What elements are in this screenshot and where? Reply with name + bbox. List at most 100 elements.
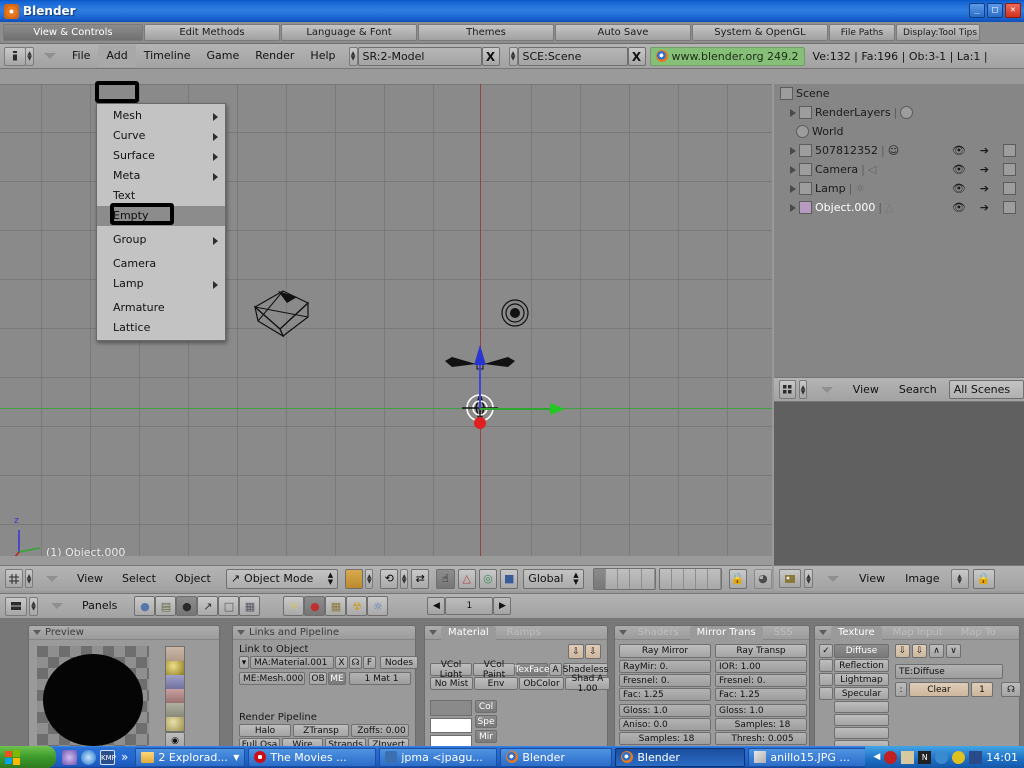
mir-channel-button[interactable]: Mir: [475, 730, 497, 743]
material-browse-spinner[interactable]: ▾: [239, 656, 249, 669]
no-mist-button[interactable]: No Mist: [430, 677, 473, 690]
outliner-panel[interactable]: Scene RenderLayers | World 507812352 | ☺: [774, 84, 1024, 377]
zoffs-slider[interactable]: Zoffs: 0.00: [351, 724, 409, 737]
panel-tab-mirror-trans[interactable]: Mirror Trans: [689, 625, 763, 640]
page-number[interactable]: 1: [445, 597, 494, 615]
panel-collapse-icon[interactable]: [619, 630, 627, 635]
env-button[interactable]: Env: [474, 677, 518, 690]
shading-context-icon[interactable]: ●: [176, 596, 198, 616]
menu-game[interactable]: Game: [199, 45, 248, 67]
panel-collapse-icon[interactable]: [33, 630, 41, 635]
texture-slot-checkbox[interactable]: [819, 659, 833, 672]
panel-tab-map-input[interactable]: Map Input: [886, 626, 950, 640]
scene-context-icon[interactable]: ▦: [239, 596, 261, 616]
prefs-tab-auto-save[interactable]: Auto Save: [555, 24, 691, 41]
rotate-manipulator-icon[interactable]: △: [457, 568, 476, 589]
panel-tab-sss[interactable]: SSS: [767, 626, 800, 640]
taskbar-item-movies[interactable]: The Movies ...: [248, 747, 377, 767]
selectable-cursor-icon[interactable]: ➔: [980, 163, 989, 176]
outliner-row-object000[interactable]: Object.000 | △ 👁 ➔: [774, 198, 1024, 217]
renderable-icon[interactable]: [1003, 182, 1016, 195]
media-player-icon[interactable]: [62, 749, 77, 765]
window-type-spinner[interactable]: ▲ ▼: [29, 596, 38, 616]
page-next-icon[interactable]: ▶: [493, 597, 512, 615]
auto-name-icon[interactable]: ☊: [1001, 682, 1021, 697]
screen-browse-spinner[interactable]: ▲ ▼: [348, 46, 358, 66]
collapse-triangle-icon[interactable]: [45, 575, 58, 582]
scene-name-field[interactable]: SCE:Scene: [517, 46, 628, 66]
copy-icon[interactable]: ⇩: [895, 644, 910, 658]
material-preview-render[interactable]: [37, 646, 149, 750]
screen-name-field[interactable]: SR:2-Model: [357, 46, 482, 66]
expand-chevrons-icon[interactable]: »: [121, 750, 128, 764]
editing-context-icon[interactable]: □: [218, 596, 240, 616]
window-type-uv-image-editor-icon[interactable]: [779, 569, 801, 588]
ray-mirror-toggle[interactable]: Ray Mirror: [619, 644, 711, 658]
world-buttons-icon[interactable]: ☼: [367, 596, 389, 616]
menu-timeline[interactable]: Timeline: [136, 45, 199, 67]
texture-users-count[interactable]: 1: [971, 682, 993, 697]
sphere-preview-icon[interactable]: [166, 661, 184, 675]
prefs-tab-themes[interactable]: Themes: [418, 24, 554, 41]
collapse-triangle-icon[interactable]: [51, 603, 63, 609]
add-menu-dropdown[interactable]: Mesh Curve Surface Meta Text Empty Group…: [96, 103, 226, 341]
add-menu-item-camera[interactable]: Camera: [97, 254, 225, 274]
samples-field[interactable]: Samples: 18: [619, 732, 711, 745]
raymir-slider[interactable]: RayMir: 0.: [619, 660, 711, 673]
clock[interactable]: 14:01: [986, 751, 1018, 764]
me-link-button[interactable]: ME: [328, 672, 346, 685]
outliner-row-renderlayers[interactable]: RenderLayers |: [774, 103, 1024, 122]
fresnel-slider[interactable]: Fresnel: 0.: [619, 674, 711, 687]
lock-icon[interactable]: 🔒: [972, 568, 995, 589]
image-menu-view[interactable]: View: [851, 568, 893, 590]
pivot-point-icon[interactable]: ⟲: [380, 568, 399, 589]
shield-icon[interactable]: [884, 750, 898, 764]
texface-button[interactable]: TexFace: [514, 663, 550, 676]
scale-manipulator-icon[interactable]: ◎: [478, 568, 498, 589]
texture-buttons-icon[interactable]: ▦: [325, 596, 347, 616]
gloss-transp-slider[interactable]: Gloss: 1.0: [715, 704, 807, 717]
draw-type-selector[interactable]: [345, 568, 364, 589]
menu-add[interactable]: Add: [98, 45, 136, 67]
window-type-buttons-icon[interactable]: [5, 596, 27, 616]
hand-translate-icon[interactable]: ☝: [436, 568, 455, 589]
add-menu-item-surface[interactable]: Surface: [97, 146, 225, 166]
fresnel-transp-slider[interactable]: Fresnel: 0.: [715, 674, 807, 687]
panel-header[interactable]: Shaders Mirror Trans SSS: [615, 625, 809, 640]
add-menu-item-mesh[interactable]: Mesh: [97, 106, 225, 126]
texture-slot-empty[interactable]: [834, 701, 889, 713]
preview-type-buttons[interactable]: [165, 646, 185, 732]
add-menu-item-empty[interactable]: Empty: [97, 206, 225, 226]
panel-tab-shaders[interactable]: Shaders: [631, 626, 686, 640]
layer-buttons-group-2[interactable]: [658, 567, 722, 590]
collapse-triangle-icon[interactable]: [827, 575, 839, 582]
renderable-icon[interactable]: [1003, 144, 1016, 157]
prefs-tab-file-paths[interactable]: File Paths: [829, 24, 895, 41]
snap-icon[interactable]: ⇄: [411, 568, 430, 589]
taskbar-item-messenger[interactable]: jpma <jpagu...: [379, 747, 498, 767]
texture-slot-lightmap[interactable]: Lightmap: [834, 673, 889, 686]
selectable-cursor-icon[interactable]: ➔: [980, 144, 989, 157]
panel-header[interactable]: Material Ramps: [425, 625, 607, 640]
renderable-icon[interactable]: [1003, 163, 1016, 176]
texture-slot-empty[interactable]: [834, 714, 889, 726]
nvidia-icon[interactable]: N: [918, 750, 932, 764]
selectable-cursor-icon[interactable]: ➔: [980, 201, 989, 214]
menu-render[interactable]: Render: [247, 45, 302, 67]
outliner-display-mode[interactable]: All Scenes: [948, 380, 1024, 399]
prefs-tab-system-opengl[interactable]: System & OpenGL: [692, 24, 828, 41]
texture-slot-diffuse[interactable]: Diffuse: [834, 644, 889, 658]
panel-page-selector[interactable]: ◀ 1 ▶: [427, 597, 512, 615]
spe-channel-button[interactable]: Spe: [475, 715, 497, 728]
texture-slot-empty[interactable]: [834, 727, 889, 739]
texface-alpha-button[interactable]: A: [549, 663, 562, 676]
fake-user-button[interactable]: F: [363, 656, 376, 669]
interaction-mode-selector[interactable]: ↗ Object Mode ▲ ▼: [225, 568, 339, 589]
pivot-spinner[interactable]: ▲ ▼: [400, 568, 409, 589]
expand-triangle-icon[interactable]: [790, 184, 796, 193]
image-menu-image[interactable]: Image: [897, 568, 947, 590]
panel-header[interactable]: Links and Pipeline: [233, 626, 415, 640]
texture-clear-button[interactable]: Clear: [909, 682, 969, 697]
layer-button[interactable]: [630, 568, 643, 589]
outliner-row-507812352[interactable]: 507812352 | ☺ 👁 ➔: [774, 141, 1024, 160]
